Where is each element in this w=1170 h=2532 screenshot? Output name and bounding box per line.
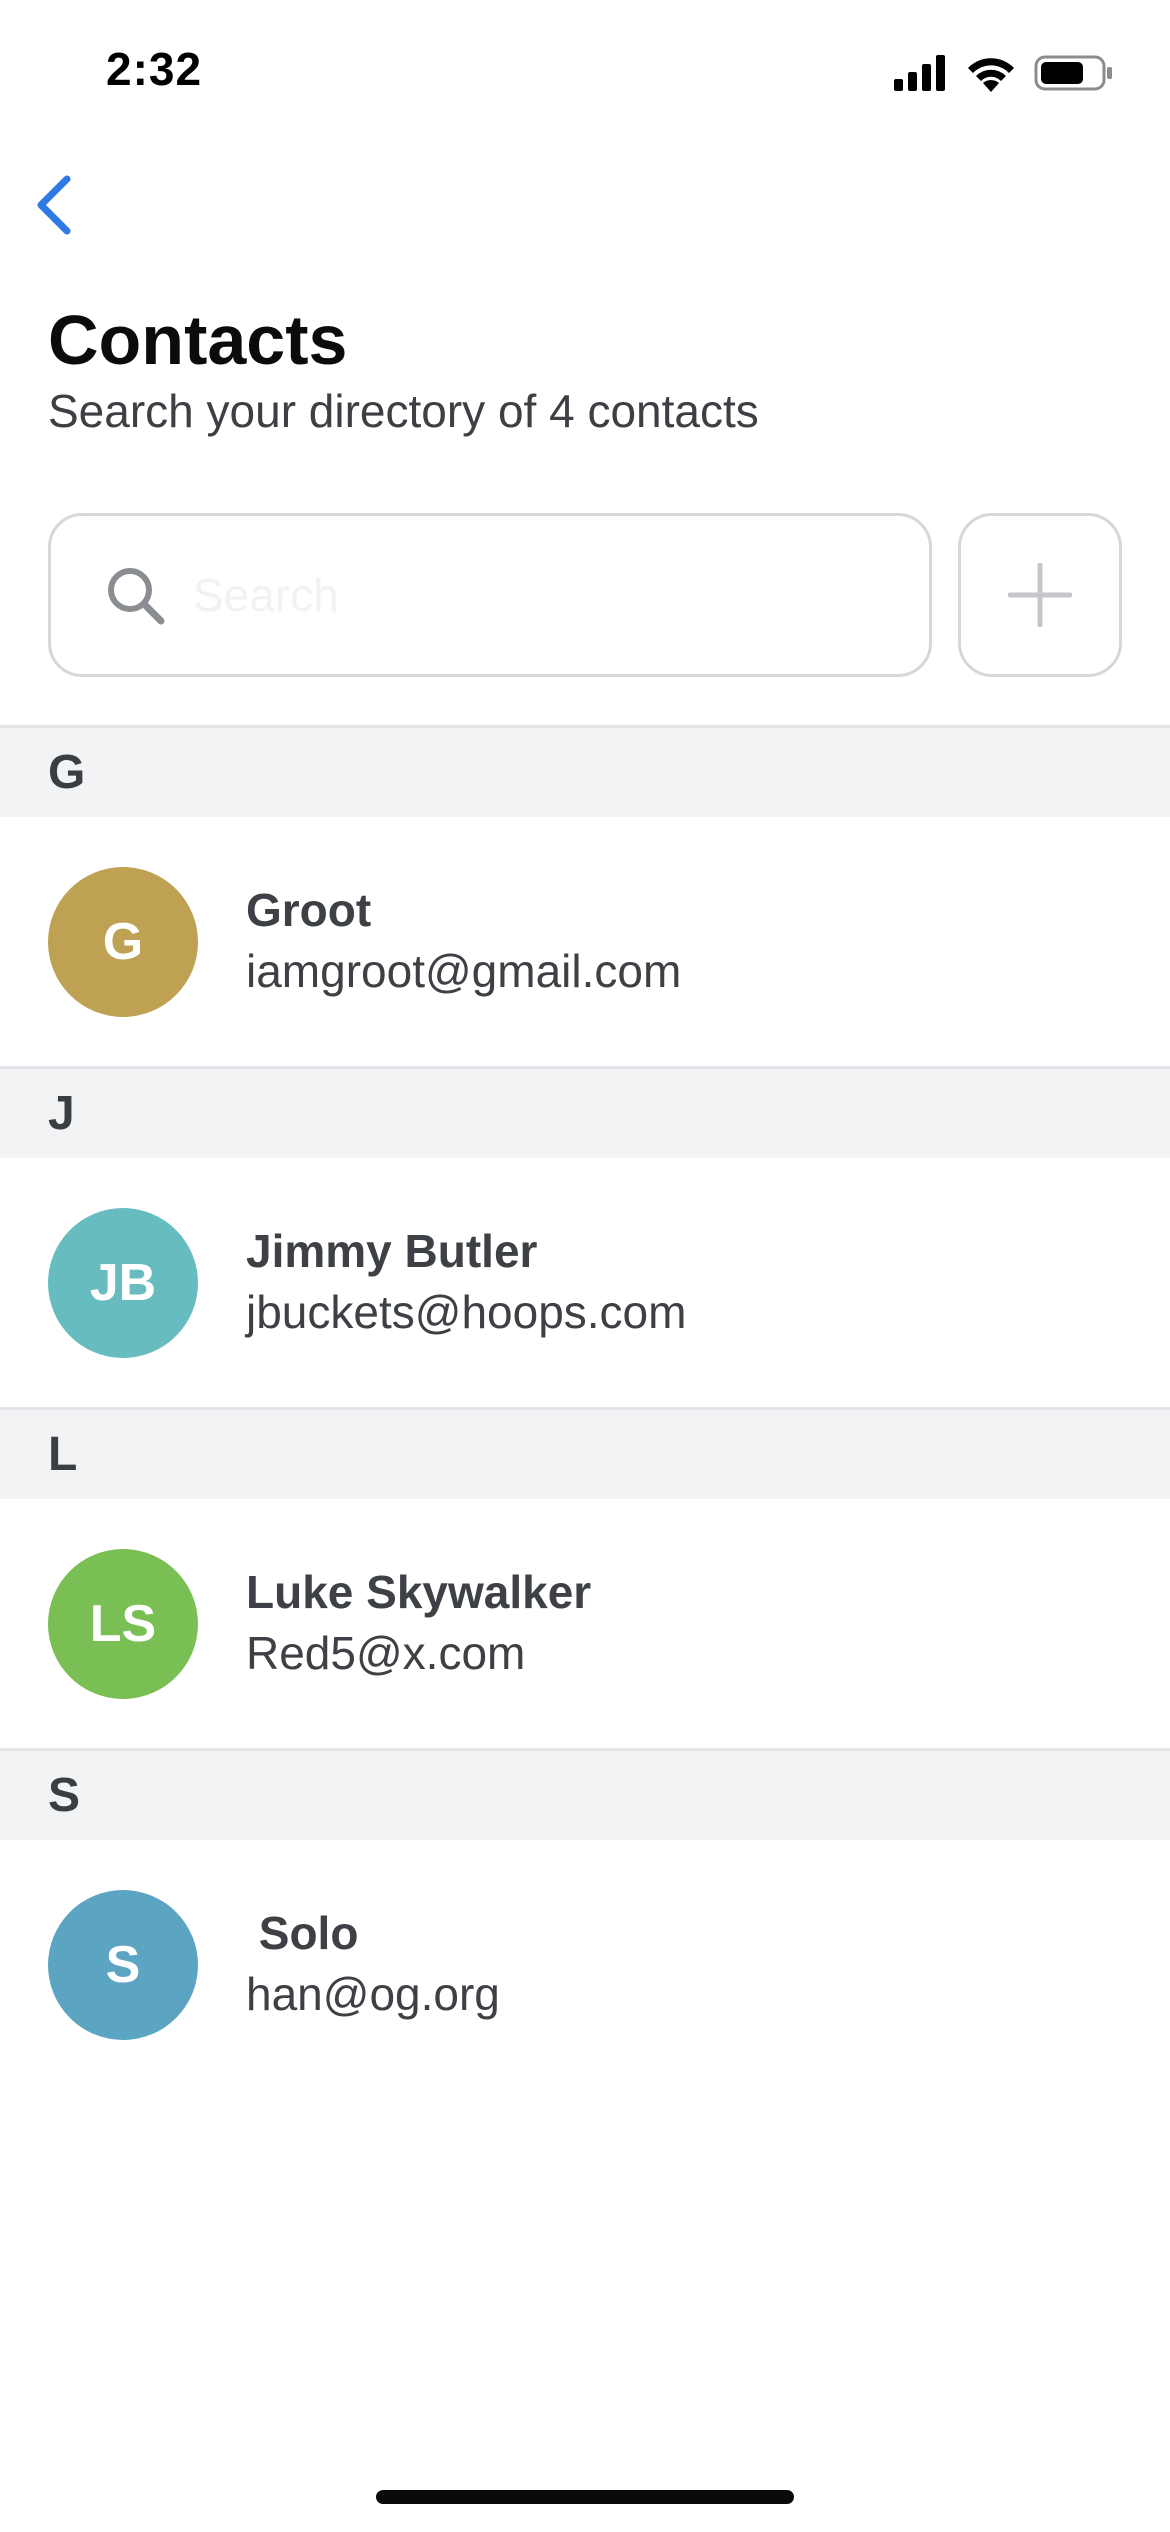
contact-email: Red5@x.com [246, 1626, 526, 1679]
contact-row-solo[interactable]: S Solo han@og.org [0, 1840, 1170, 2089]
section-header-g: G [0, 725, 1170, 817]
contact-list: G G Groot iamgroot@gmail.com J JB Jimmy … [0, 725, 1170, 2089]
wifi-icon [968, 58, 1014, 92]
contact-email: han@og.org [246, 1967, 500, 2020]
contact-email: iamgroot@gmail.com [246, 944, 682, 997]
contact-email: jbuckets@hoops.com [246, 1285, 687, 1338]
contact-name: Jimmy Butler [246, 1224, 538, 1277]
avatar: JB [48, 1207, 198, 1358]
contact-row-luke-skywalker[interactable]: LS Luke Skywalker Red5@x.com [0, 1499, 1170, 1748]
avatar-initials: G [102, 912, 144, 971]
contact-text: Groot iamgroot@gmail.com [246, 881, 681, 1003]
status-bar: 2:32 [0, 0, 1170, 150]
status-time: 2:32 [106, 43, 203, 95]
contact-row-jimmy-butler[interactable]: JB Jimmy Butler jbuckets@hoops.com [0, 1158, 1170, 1407]
search-icon [108, 568, 165, 625]
section-header-j: J [0, 1066, 1170, 1158]
contact-text: Luke Skywalker Red5@x.com [246, 1563, 591, 1685]
contacts-screen: 2:32 Contacts Search your directory of 4… [0, 0, 1170, 2532]
avatar: G [48, 866, 198, 1017]
avatar: LS [48, 1548, 198, 1699]
back-button[interactable] [18, 170, 88, 240]
contact-name: Luke Skywalker [246, 1565, 592, 1618]
search-box[interactable] [48, 513, 932, 677]
contact-row-groot[interactable]: G Groot iamgroot@gmail.com [0, 817, 1170, 1066]
contact-name: Groot [246, 883, 372, 936]
page-subtitle: Search your directory of 4 contacts [48, 385, 759, 437]
contact-text: Jimmy Butler jbuckets@hoops.com [246, 1222, 686, 1344]
page-title: Contacts [48, 301, 348, 379]
chevron-left-icon [37, 175, 71, 235]
section-header-l: L [0, 1407, 1170, 1499]
avatar-initials: S [105, 1935, 141, 1994]
cellular-signal-icon [894, 55, 945, 91]
avatar-initials: JB [89, 1253, 157, 1312]
section-header-s: S [0, 1748, 1170, 1840]
avatar-initials: LS [89, 1594, 157, 1653]
home-indicator[interactable] [376, 2490, 794, 2504]
search-input[interactable] [193, 555, 893, 635]
add-contact-button[interactable] [958, 513, 1122, 677]
status-icons [894, 54, 1114, 92]
contact-name: Solo [246, 1906, 359, 1959]
plus-icon [1008, 563, 1072, 627]
battery-icon [1034, 55, 1112, 91]
contact-text: Solo han@og.org [246, 1904, 500, 2026]
avatar: S [48, 1889, 198, 2040]
